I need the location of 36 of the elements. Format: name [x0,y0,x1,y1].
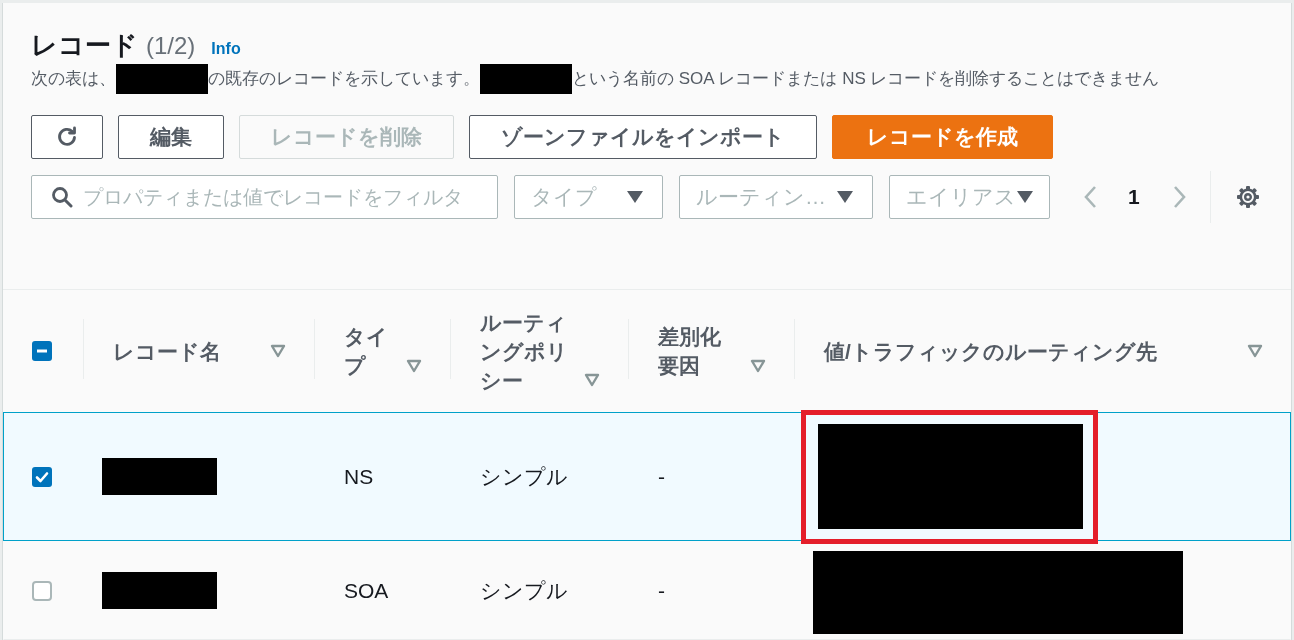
table-cell-text: NS [344,463,374,490]
record-count: (1/2) [146,31,196,61]
search-field[interactable]: プロパティまたは値でレコードをフィルタ [31,175,498,219]
column-header[interactable]: 差別化要因 [658,322,766,380]
row-checkbox[interactable] [32,580,52,601]
row-checkbox[interactable] [32,466,52,487]
table-cell-text: シンプル [480,577,568,604]
table-cell-text: - [658,463,665,490]
page-number-button[interactable]: 1 [1128,181,1140,213]
column-header[interactable]: ルーティングポリシー [480,307,600,395]
description-text: という名前の SOA レコードまたは NS レコードを削除することはできません [572,68,1160,91]
column-header[interactable]: タイプ [344,322,422,380]
search-icon [51,186,73,208]
sort-icon[interactable] [750,358,766,373]
page-title: レコード [31,29,138,62]
action-button[interactable]: 編集 [118,115,224,159]
refresh-button[interactable] [31,115,103,159]
action-button[interactable]: ゾーンファイルをインポート [469,115,817,159]
column-header[interactable]: レコード名 [113,336,286,366]
table-cell-text: SOA [344,577,389,604]
sort-icon[interactable] [584,373,600,387]
sort-icon[interactable] [406,358,422,373]
info-link[interactable]: Info [211,37,241,61]
description-text: の既存のレコードを示しています。 [208,68,480,91]
description-text: 次の表は、 [31,68,116,91]
caret-icon [836,190,854,204]
table-cell-text: シンプル [480,463,568,490]
caret-icon [1016,190,1034,204]
settings-icon[interactable] [1235,185,1260,209]
refresh-icon [55,125,79,149]
column-header[interactable]: 値/トラフィックのルーティング先 [824,336,1263,366]
table-cell-text: - [658,577,665,604]
sort-icon[interactable] [1247,344,1263,358]
sort-icon[interactable] [270,344,286,358]
caret-icon [626,190,644,204]
select-all-checkbox[interactable] [32,341,52,361]
